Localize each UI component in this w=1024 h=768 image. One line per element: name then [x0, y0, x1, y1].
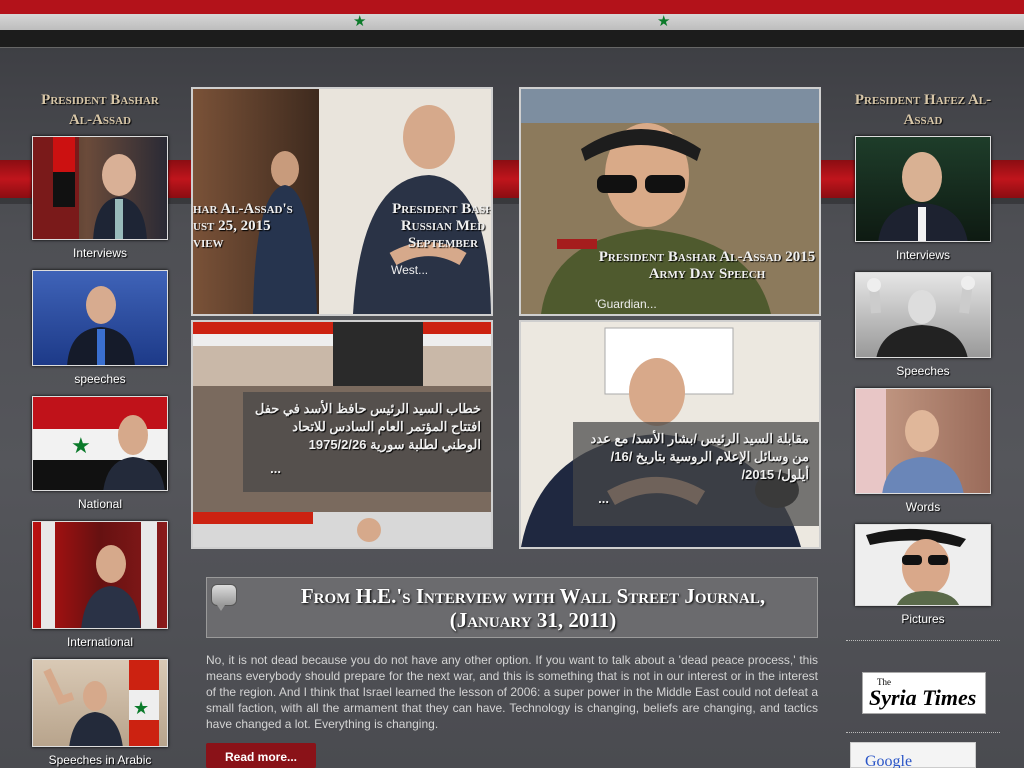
- hafez-pictures-thumb[interactable]: [855, 524, 991, 606]
- national-thumb[interactable]: ★: [32, 396, 168, 491]
- portrait-image: ★: [33, 397, 167, 490]
- tile-army-day-speech[interactable]: President Bashar Al-Assad 2015 Army Day …: [519, 87, 821, 316]
- hafez-interviews-link[interactable]: Interviews: [853, 248, 993, 262]
- divider: [846, 732, 1000, 733]
- portrait-image: ★: [43, 660, 159, 746]
- quote-title: From H.E.'s Interview with Wall Street J…: [300, 584, 766, 632]
- divider: [846, 640, 1000, 641]
- tile-1-more[interactable]: West...: [391, 263, 428, 277]
- syria-times-name: Syria Times: [869, 685, 977, 710]
- hafez-speeches-thumb[interactable]: [855, 272, 991, 358]
- tile-2-more[interactable]: 'Guardian...: [595, 297, 657, 311]
- tile-4-caption: مقابلة السيد الرئيس /بشار الأسد/ مع عدد …: [573, 422, 819, 526]
- tile-interview-russian-arabic[interactable]: مقابلة السيد الرئيس /بشار الأسد/ مع عدد …: [519, 320, 821, 549]
- portrait-image: [878, 152, 968, 241]
- left-sidebar: President Bashar Al-Assad Interviews spe…: [30, 90, 170, 768]
- portrait-image: [33, 137, 147, 239]
- national-link[interactable]: National: [30, 497, 170, 511]
- read-more-button[interactable]: Read more...: [206, 743, 316, 768]
- international-thumb[interactable]: [32, 521, 168, 629]
- svg-text:★: ★: [133, 698, 149, 718]
- speeches-arabic-thumb[interactable]: ★: [32, 659, 168, 747]
- interviews-link[interactable]: Interviews: [30, 246, 170, 260]
- portrait-image: [67, 286, 135, 365]
- syria-times-banner[interactable]: The Syria Times: [862, 672, 986, 714]
- speeches-arabic-link[interactable]: Speeches in Arabic: [30, 753, 170, 767]
- hafez-speeches-link[interactable]: Speeches: [853, 364, 993, 378]
- right-sidebar-title: President Hafez Al-Assad: [854, 92, 992, 128]
- google-banner[interactable]: Google: [850, 742, 976, 768]
- tile-2-caption: President Bashar Al-Assad 2015 Army Day …: [598, 249, 816, 282]
- flag-header: ★ ★: [0, 0, 1024, 48]
- quote-header: From H.E.'s Interview with Wall Street J…: [206, 577, 818, 638]
- tile-3-more[interactable]: ...: [253, 460, 481, 478]
- star-icon: ★: [353, 13, 367, 30]
- interviews-thumb[interactable]: [32, 136, 168, 240]
- portrait-image: [41, 522, 157, 628]
- hafez-words-thumb[interactable]: [855, 388, 991, 494]
- hafez-interviews-thumb[interactable]: [855, 136, 991, 242]
- portrait-image: [867, 276, 975, 357]
- tile-4-more[interactable]: ...: [583, 490, 809, 508]
- tile-3-caption: خطاب السيد الرئيس حافظ الأسد في حفل افتت…: [243, 392, 491, 492]
- tile-interview-russian-media[interactable]: har Al-Assad's ust 25, 2015 view Preside…: [191, 87, 493, 316]
- tile-4-caption-text: مقابلة السيد الرئيس /بشار الأسد/ مع عدد …: [590, 431, 809, 482]
- right-sidebar: President Hafez Al-Assad Interviews Spee…: [853, 90, 993, 636]
- tile-1-caption-right: President Bash Russian Med September: [392, 201, 493, 251]
- quote-text: No, it is not dead because you do not ha…: [206, 653, 818, 731]
- star-icon: ★: [657, 13, 671, 30]
- speech-bubble-icon: [211, 584, 237, 611]
- hafez-words-link[interactable]: Words: [853, 500, 993, 514]
- left-sidebar-title: President Bashar Al-Assad: [41, 92, 159, 128]
- hafez-pictures-link[interactable]: Pictures: [853, 612, 993, 626]
- tile-1-caption-left: har Al-Assad's ust 25, 2015 view: [193, 201, 293, 251]
- google-logo-text: Google: [865, 753, 913, 768]
- portrait-image: [866, 528, 966, 605]
- svg-text:★: ★: [71, 433, 91, 458]
- tile-hafez-speech-arabic[interactable]: خطاب السيد الرئيس حافظ الأسد في حفل افتت…: [191, 320, 493, 549]
- portrait-image: [856, 389, 964, 493]
- international-link[interactable]: International: [30, 635, 170, 649]
- tile-3-caption-text: خطاب السيد الرئيس حافظ الأسد في حفل افتت…: [254, 401, 481, 452]
- speeches-link[interactable]: speeches: [30, 372, 170, 386]
- speeches-thumb[interactable]: [32, 270, 168, 366]
